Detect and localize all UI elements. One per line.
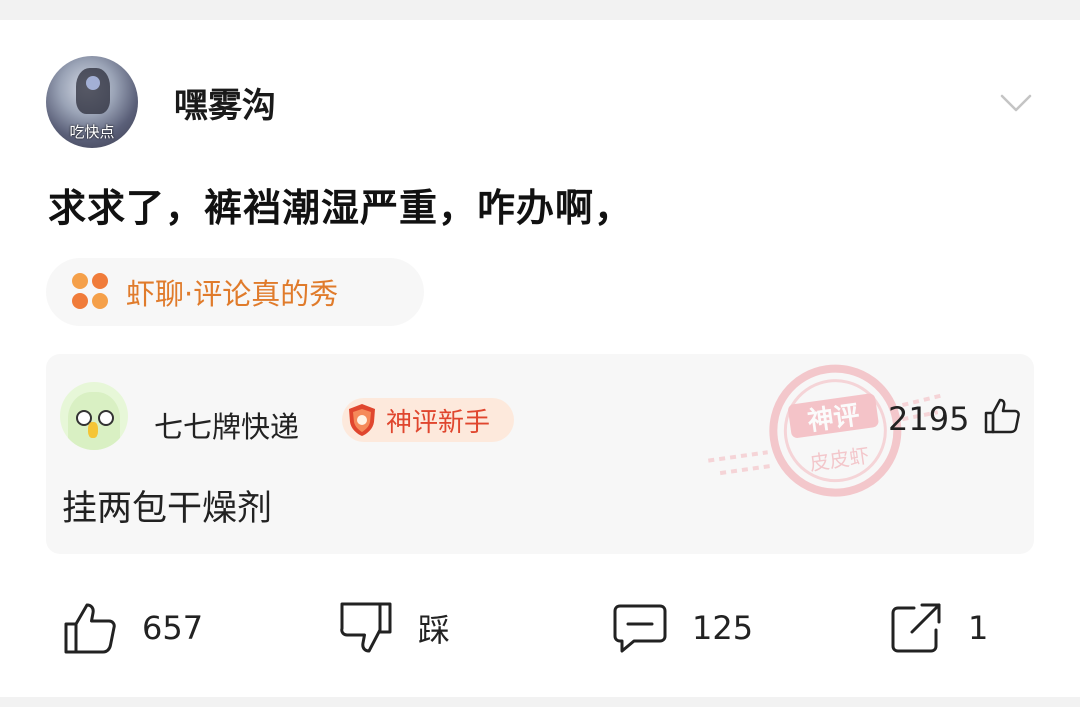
avatar-figure (76, 68, 110, 114)
commenter-avatar[interactable] (60, 382, 128, 450)
share-count: 1 (968, 609, 989, 647)
badge-label: 神评新手 (386, 407, 491, 438)
top-comment[interactable]: 七七牌快递 神评新手 神评 皮皮虾 2195 挂两包干燥剂 (46, 354, 1034, 554)
four-dots-icon (72, 273, 110, 311)
share-button[interactable]: 1 (888, 596, 988, 660)
shield-icon (349, 404, 375, 436)
dislike-label: 踩 (418, 611, 451, 649)
comment-text[interactable]: 挂两包干燥剂 (62, 480, 272, 531)
svg-text:皮皮虾: 皮皮虾 (808, 443, 871, 475)
chevron-down-icon[interactable] (998, 84, 1034, 120)
like-button[interactable]: 657 (62, 596, 203, 660)
topic-chip[interactable]: 虾聊·评论真的秀 (46, 258, 424, 326)
username[interactable]: 嘿雾沟 (174, 78, 276, 127)
thumbs-down-icon (340, 602, 392, 653)
like-count: 657 (142, 609, 204, 647)
comment-count: 125 (692, 609, 754, 647)
commenter-name[interactable]: 七七牌快递 (154, 404, 299, 446)
thumbs-up-icon[interactable] (982, 396, 1022, 436)
avatar-tag: 吃快点 (69, 123, 115, 141)
avatar-shine (86, 76, 100, 90)
post-title[interactable]: 求求了，裤裆潮湿严重，咋办啊， (48, 177, 633, 232)
topic-label: 虾聊·评论真的秀 (126, 277, 339, 311)
comment-like-count: 2195 (888, 400, 970, 438)
thumbs-up-icon (64, 603, 116, 654)
comment-icon (613, 604, 667, 653)
dislike-button[interactable]: 踩 (338, 596, 450, 660)
share-icon (891, 603, 941, 653)
comment-button[interactable]: 125 (612, 596, 753, 660)
bottom-divider (0, 697, 1080, 707)
commenter-badge: 神评新手 (342, 398, 514, 442)
svg-text:神评: 神评 (806, 400, 862, 437)
user-avatar[interactable]: 吃快点 (46, 56, 138, 148)
